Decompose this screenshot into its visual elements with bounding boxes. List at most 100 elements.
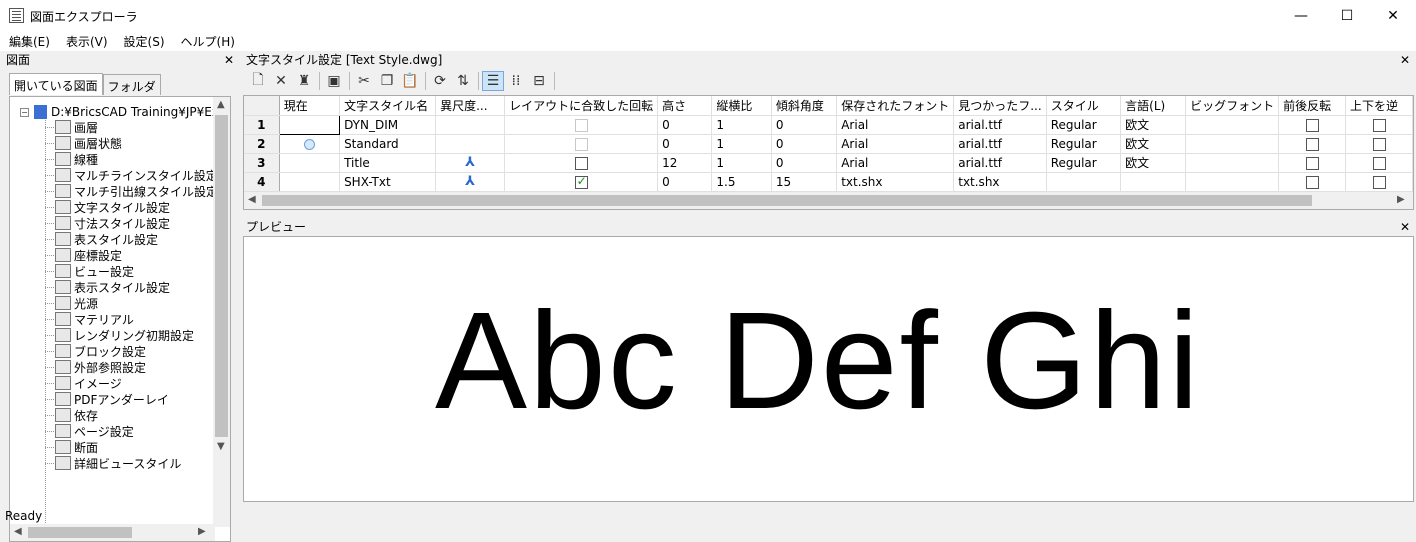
tree-item-visual-styles[interactable]: 表示スタイル設定	[44, 279, 218, 295]
tree-item-layers[interactable]: 画層	[44, 119, 218, 135]
aspect-cell[interactable]: 1	[711, 134, 772, 154]
tab-open-drawings[interactable]: 開いている図面	[9, 73, 103, 95]
column-header[interactable]: 現在	[279, 96, 341, 116]
annotative-cell[interactable]	[435, 134, 506, 154]
table-row[interactable]: 2 Standard 0 1 0 Arial arial.ttf Regular…	[244, 134, 1413, 154]
tree-item-text-styles[interactable]: 文字スタイル設定	[44, 199, 218, 215]
upside-down-checkbox[interactable]	[1372, 118, 1386, 132]
row-number[interactable]: 1	[244, 115, 280, 135]
tree-root-item[interactable]: − D:¥BricsCAD Training¥JP¥Ex	[20, 105, 219, 119]
upside-down-cell[interactable]	[1345, 115, 1413, 135]
tree-item-detail-view-styles[interactable]: 詳細ビュースタイル	[44, 455, 218, 471]
new-style-button[interactable]: 🗋	[247, 71, 269, 91]
grid-horizontal-scroll-thumb[interactable]	[262, 195, 1312, 206]
saved-font-cell[interactable]: Arial	[836, 134, 955, 154]
style-name-cell[interactable]: Standard	[339, 134, 437, 154]
row-number[interactable]: 3	[244, 153, 280, 173]
font-style-cell[interactable]: Regular	[1046, 134, 1122, 154]
tree-item-views[interactable]: ビュー設定	[44, 263, 218, 279]
font-style-cell[interactable]	[1046, 172, 1122, 192]
tree-vertical-scrollbar[interactable]: ▲ ▼	[213, 97, 230, 527]
tree-item-pdf-underlays[interactable]: PDFアンダーレイ	[44, 391, 218, 407]
tree-vertical-scroll-thumb[interactable]	[215, 115, 228, 437]
menu-settings[interactable]: 設定(S)	[115, 31, 172, 51]
match-layout-checkbox[interactable]	[574, 118, 588, 132]
backwards-checkbox[interactable]	[1305, 175, 1319, 189]
aspect-cell[interactable]: 1	[711, 115, 772, 135]
table-row[interactable]: 1 DYN_DIM 0 1 0 Arial arial.ttf Regular …	[244, 114, 1413, 135]
column-header[interactable]: 保存されたフォント	[836, 96, 955, 116]
preview-panel-close-icon[interactable]: ✕	[1400, 219, 1410, 235]
table-row[interactable]: 4 SHX-Txt ⅄ 0 1.5 15 txt.shx txt.shx	[244, 172, 1413, 192]
scroll-up-icon[interactable]: ▲	[217, 99, 225, 110]
column-header[interactable]: 前後反転	[1278, 96, 1347, 116]
match-layout-cell[interactable]	[504, 172, 659, 192]
close-button[interactable]: ✕	[1370, 0, 1416, 31]
match-layout-cell[interactable]	[504, 115, 659, 135]
found-font-cell[interactable]: arial.ttf	[953, 153, 1047, 173]
backwards-cell[interactable]	[1278, 172, 1347, 192]
text-style-panel-close-icon[interactable]: ✕	[1400, 52, 1410, 68]
bigfont-cell[interactable]	[1185, 134, 1280, 154]
tree-item-mleader-styles[interactable]: マルチ引出線スタイル設定	[44, 183, 218, 199]
row-number[interactable]: 4	[244, 172, 280, 192]
column-header[interactable]: スタイル	[1046, 96, 1122, 116]
backwards-cell[interactable]	[1278, 134, 1347, 154]
oblique-cell[interactable]: 0	[771, 153, 838, 173]
icon-view-button[interactable]: ⁞⁞	[505, 71, 527, 91]
cut-button[interactable]: ✂	[353, 71, 375, 91]
height-cell[interactable]: 12	[657, 153, 713, 173]
current-cell[interactable]	[279, 134, 341, 154]
annotative-cell[interactable]	[435, 115, 506, 135]
tree-item-dependencies[interactable]: 依存	[44, 407, 218, 423]
tree-horizontal-scroll-thumb[interactable]	[28, 527, 132, 538]
height-cell[interactable]: 0	[657, 115, 713, 135]
backwards-checkbox[interactable]	[1305, 156, 1319, 170]
upside-down-cell[interactable]	[1345, 153, 1413, 173]
refresh-button[interactable]: ⟳	[429, 71, 451, 91]
upside-down-checkbox[interactable]	[1372, 137, 1386, 151]
bigfont-cell[interactable]	[1185, 153, 1280, 173]
font-style-cell[interactable]: Regular	[1046, 115, 1122, 135]
match-layout-cell[interactable]	[504, 153, 659, 173]
tree-item-images[interactable]: イメージ	[44, 375, 218, 391]
backwards-cell[interactable]	[1278, 115, 1347, 135]
current-cell[interactable]	[279, 153, 341, 173]
paste-button[interactable]: 📋	[399, 71, 421, 91]
style-name-cell[interactable]: DYN_DIM	[339, 115, 437, 135]
found-font-cell[interactable]: arial.ttf	[953, 115, 1047, 135]
purge-button[interactable]: ♜	[293, 71, 315, 91]
backwards-checkbox[interactable]	[1305, 118, 1319, 132]
style-name-cell[interactable]: SHX-Txt	[339, 172, 437, 192]
column-header[interactable]: ビッグフォント	[1185, 96, 1280, 116]
tree-item-sections[interactable]: 断面	[44, 439, 218, 455]
scroll-right-icon[interactable]: ▶	[1397, 194, 1405, 205]
current-cell[interactable]	[278, 114, 341, 135]
font-style-cell[interactable]: Regular	[1046, 153, 1122, 173]
saved-font-cell[interactable]: txt.shx	[836, 172, 955, 192]
backwards-cell[interactable]	[1278, 153, 1347, 173]
tree-item-mline-styles[interactable]: マルチラインスタイル設定	[44, 167, 218, 183]
column-header[interactable]: 上下を逆	[1345, 96, 1413, 116]
match-layout-checkbox[interactable]	[574, 137, 588, 151]
menu-edit[interactable]: 編集(E)	[0, 31, 57, 51]
saved-font-cell[interactable]: Arial	[836, 115, 955, 135]
upside-down-checkbox[interactable]	[1372, 156, 1386, 170]
scroll-down-icon[interactable]: ▼	[217, 441, 225, 452]
tree-item-table-styles[interactable]: 表スタイル設定	[44, 231, 218, 247]
column-header[interactable]: 見つかったフ...	[953, 96, 1047, 116]
bigfont-cell[interactable]	[1185, 172, 1280, 192]
language-cell[interactable]	[1120, 172, 1187, 192]
column-header[interactable]: 高さ	[657, 96, 713, 116]
column-header[interactable]: 異尺度...	[435, 96, 506, 116]
drawing-panel-close-icon[interactable]: ✕	[224, 52, 234, 68]
bigfont-cell[interactable]	[1185, 115, 1280, 135]
tree-item-lights[interactable]: 光源	[44, 295, 218, 311]
backwards-checkbox[interactable]	[1305, 137, 1319, 151]
tree-item-blocks[interactable]: ブロック設定	[44, 343, 218, 359]
upside-down-cell[interactable]	[1345, 172, 1413, 192]
tree-item-materials[interactable]: マテリアル	[44, 311, 218, 327]
menu-view[interactable]: 表示(V)	[57, 31, 115, 51]
scroll-right-icon[interactable]: ▶	[198, 526, 206, 537]
scroll-left-icon[interactable]: ◀	[248, 194, 256, 205]
